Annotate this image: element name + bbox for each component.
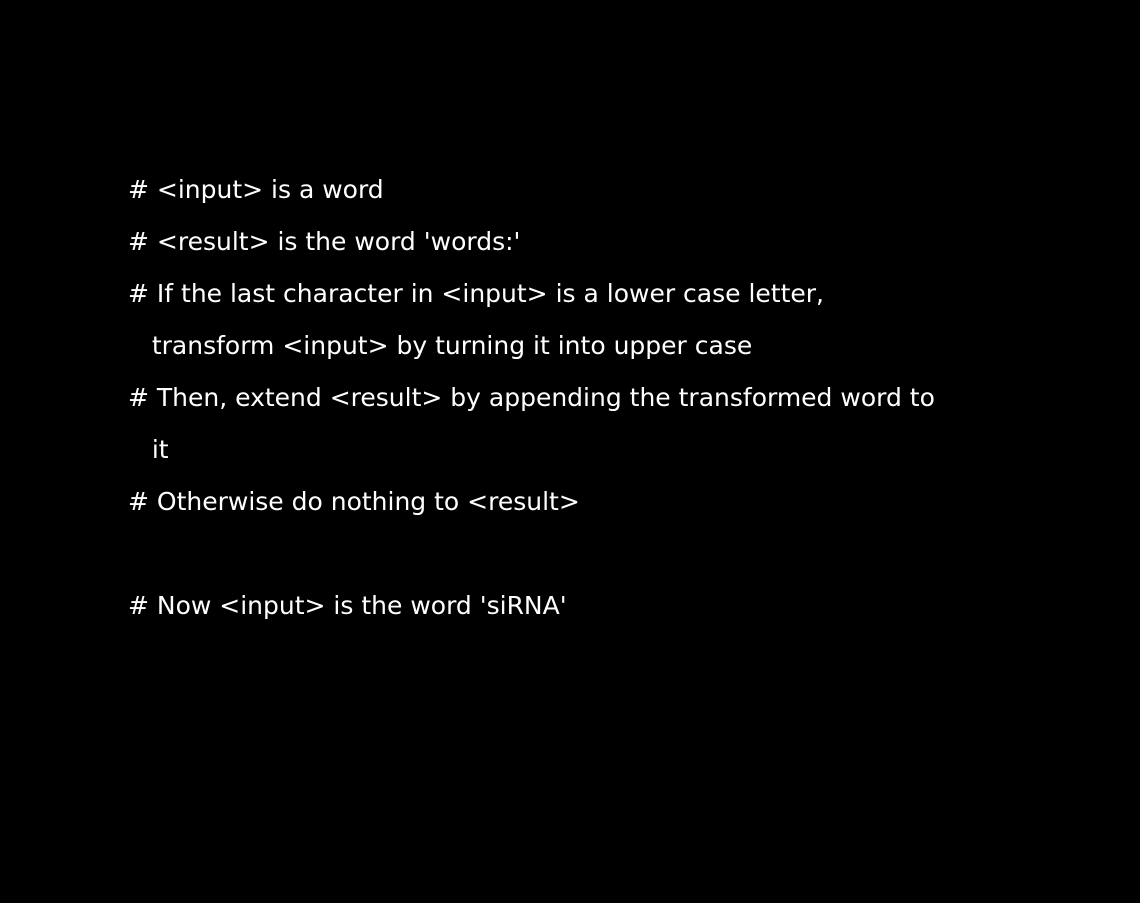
- page: # <input> is a word # <result> is the wo…: [0, 0, 1140, 903]
- text-line-4: transform <input> by turning it into upp…: [128, 331, 753, 360]
- text-line-7: # Otherwise do nothing to <result>: [128, 487, 580, 516]
- text-line-3: # If the last character in <input> is a …: [128, 279, 825, 308]
- text-line-6: it: [128, 435, 169, 464]
- text-line-1: # <input> is a word: [128, 175, 384, 204]
- text-line-2: # <result> is the word 'words:': [128, 227, 521, 256]
- instruction-text-block: # <input> is a word # <result> is the wo…: [128, 164, 1008, 632]
- text-line-5: # Then, extend <result> by appending the…: [128, 383, 935, 412]
- text-line-9: # Now <input> is the word 'siRNA': [128, 591, 567, 620]
